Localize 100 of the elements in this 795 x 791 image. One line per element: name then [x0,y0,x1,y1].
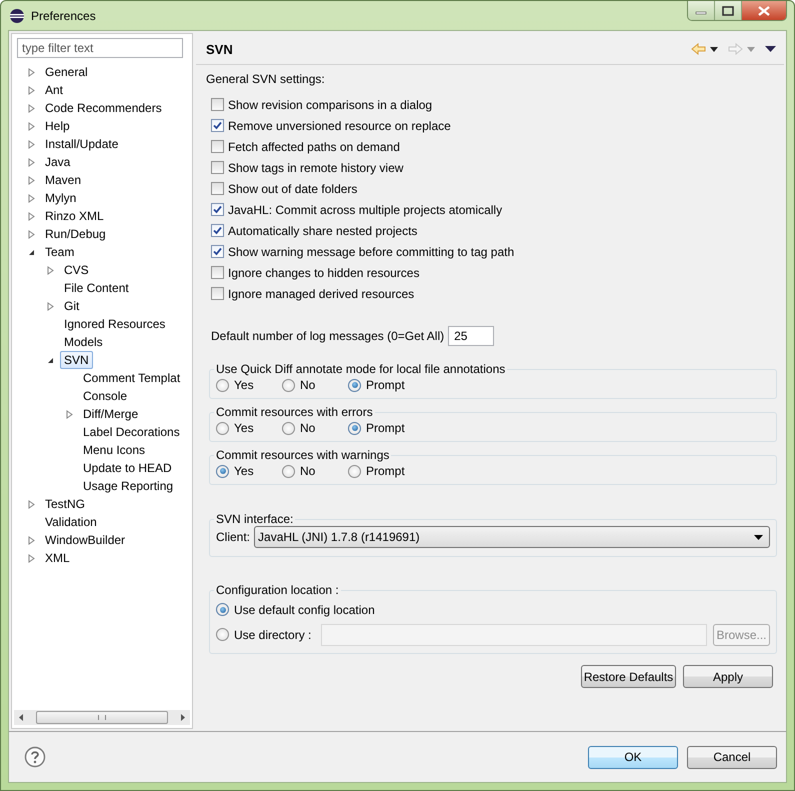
radio-label[interactable]: Yes [234,464,254,478]
tree-item[interactable]: File Content [60,279,133,297]
tree-item[interactable]: Maven [41,171,86,189]
expand-arrow-icon[interactable] [28,500,35,508]
tree-item[interactable]: Ant [41,81,68,99]
checkbox-label[interactable]: Fetch affected paths on demand [228,140,400,154]
view-menu-icon[interactable] [765,46,776,52]
expand-arrow-icon[interactable] [28,554,35,562]
tree-item[interactable]: Update to HEAD [79,459,176,477]
radio-label[interactable]: Yes [234,421,254,435]
checkbox[interactable] [211,224,224,237]
tree-item[interactable]: Install/Update [41,135,122,153]
tree-item[interactable]: Java [41,153,74,171]
tree-item[interactable]: Menu Icons [79,441,150,459]
tree-item[interactable]: Team [41,243,78,261]
expand-arrow-icon[interactable] [28,176,35,184]
tree-item[interactable]: Models [60,333,107,351]
checkbox[interactable] [211,266,224,279]
radio-label[interactable]: Use directory : [234,628,312,642]
tree-item[interactable]: CVS [60,261,93,279]
directory-field[interactable] [321,624,707,646]
tree-item[interactable]: Rinzo XML [41,207,108,225]
checkbox-label[interactable]: Ignore managed derived resources [228,286,414,300]
tree-item[interactable]: General [41,63,92,81]
tree-item[interactable]: Validation [41,513,101,531]
radio-button[interactable] [216,603,229,616]
tree-item[interactable]: Label Decorations [79,423,184,441]
radio-label[interactable]: Use default config location [234,602,375,616]
tree-item[interactable]: WindowBuilder [41,531,130,549]
checkbox-label[interactable]: Ignore changes to hidden resources [228,266,420,280]
scroll-right-icon[interactable] [179,714,186,721]
tree-item[interactable]: Diff/Merge [79,405,142,423]
expand-arrow-icon[interactable] [66,410,73,418]
radio-button[interactable] [216,422,229,434]
tree-item[interactable]: SVN [60,351,93,369]
radio-button[interactable] [282,464,295,478]
cancel-button[interactable]: Cancel [687,746,777,768]
tree-item[interactable]: XML [41,549,74,567]
log-count-field[interactable]: 25 [448,326,494,346]
dropdown-caret-icon[interactable] [710,46,718,52]
checkbox-label[interactable]: Show tags in remote history view [228,160,404,174]
expand-arrow-icon[interactable] [28,230,35,238]
radio-button[interactable] [348,464,361,478]
tree-item[interactable]: Mylyn [41,189,80,207]
scrollbar-thumb[interactable] [36,711,168,724]
expand-arrow-icon[interactable] [28,86,35,94]
radio-button[interactable] [216,378,229,392]
tree-item[interactable]: Console [79,387,132,405]
tree-item[interactable]: Code Recommenders [41,99,166,117]
checkbox[interactable] [211,245,224,258]
expand-arrow-icon[interactable] [28,104,35,112]
radio-button[interactable] [348,422,361,434]
expand-arrow-icon[interactable] [28,122,35,130]
radio-label[interactable]: Prompt [366,421,405,435]
apply-button[interactable]: Apply [683,665,773,688]
tree-item[interactable]: Usage Reporting [79,477,178,495]
checkbox-label[interactable]: Automatically share nested projects [228,224,418,238]
radio-label[interactable]: No [300,464,316,478]
tree-item[interactable]: Help [41,117,74,135]
close-button[interactable] [741,1,786,20]
checkbox[interactable] [211,98,224,111]
radio-label[interactable]: No [300,421,316,435]
expand-arrow-icon[interactable] [47,266,54,274]
tree-item[interactable]: Run/Debug [41,225,110,243]
collapse-arrow-icon[interactable] [47,356,54,364]
client-dropdown[interactable]: JavaHL (JNI) 1.7.8 (r1419691) [254,526,770,548]
radio-button[interactable] [348,378,361,392]
checkbox[interactable] [211,182,224,195]
expand-arrow-icon[interactable] [28,68,35,76]
help-icon[interactable] [24,746,46,768]
radio-label[interactable]: Prompt [366,378,405,392]
checkbox-label[interactable]: JavaHL: Commit across multiple projects atomically [228,202,502,216]
radio-button[interactable] [216,464,229,478]
radio-label[interactable]: Yes [234,378,254,392]
radio-button[interactable] [282,422,295,434]
tree-item[interactable]: Comment Templat [79,369,184,387]
checkbox-label[interactable]: Show warning message before committing to tag path [228,244,514,258]
checkbox-label[interactable]: Show out of date folders [228,182,358,196]
filter-field[interactable]: type filter text [17,38,183,58]
maximize-button[interactable] [714,1,741,20]
radio-label[interactable]: Prompt [366,464,405,478]
tree-item[interactable]: Git [60,297,84,315]
radio-label[interactable]: No [300,378,316,392]
checkbox[interactable] [211,161,224,174]
expand-arrow-icon[interactable] [28,158,35,166]
restore-defaults-button[interactable]: Restore Defaults [581,665,676,688]
expand-arrow-icon[interactable] [28,536,35,544]
expand-arrow-icon[interactable] [28,194,35,202]
expand-arrow-icon[interactable] [28,140,35,148]
checkbox[interactable] [211,287,224,300]
checkbox-label[interactable]: Remove unversioned resource on replace [228,118,451,132]
radio-button[interactable] [216,628,229,641]
expand-arrow-icon[interactable] [28,212,35,220]
ok-button[interactable]: OK [588,746,678,768]
checkbox[interactable] [211,140,224,153]
scroll-left-icon[interactable] [18,714,25,721]
checkbox[interactable] [211,203,224,216]
radio-button[interactable] [282,378,295,392]
collapse-arrow-icon[interactable] [28,248,35,256]
expand-arrow-icon[interactable] [47,302,54,310]
